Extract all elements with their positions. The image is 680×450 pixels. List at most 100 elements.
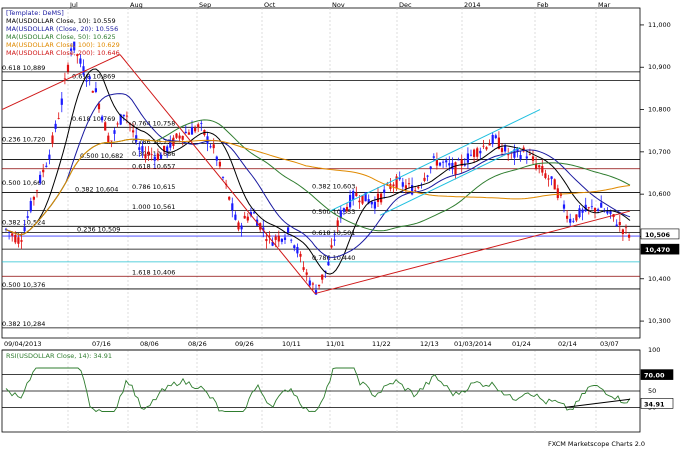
month-label: Mar <box>598 1 611 9</box>
candle-body <box>476 148 479 157</box>
candle-body <box>237 222 240 230</box>
candle-body <box>132 130 135 133</box>
candle-body <box>125 115 128 117</box>
candle-body <box>414 190 417 191</box>
candle-body <box>361 195 364 204</box>
candle-body <box>42 169 45 173</box>
date-label: 11/01 <box>326 340 345 348</box>
candle-body <box>147 151 150 156</box>
candle-body <box>541 165 544 173</box>
candle-body <box>330 245 333 248</box>
price-tag-label: 10,506 <box>645 231 671 239</box>
fib-label: 1.000 10,561 <box>132 203 175 211</box>
candle-body <box>153 156 156 161</box>
candle-body <box>370 201 373 205</box>
candle-body <box>311 283 314 285</box>
candle-body <box>35 190 39 192</box>
candle-body <box>274 236 277 240</box>
candle-body <box>550 176 553 179</box>
candle-body <box>587 207 590 209</box>
candle-body <box>14 234 17 243</box>
candle-body <box>228 196 231 200</box>
candle-body <box>308 280 311 286</box>
candle-body <box>94 88 97 92</box>
candle-body <box>358 200 361 203</box>
candle-body <box>401 182 404 187</box>
candle-body <box>194 128 197 132</box>
month-label: Oct <box>264 1 276 9</box>
candle-body <box>383 189 386 193</box>
fib-label: 0.500 10,376 <box>2 281 45 289</box>
candle-body <box>488 143 491 146</box>
date-label: 03/07 <box>600 340 619 348</box>
candle-body <box>104 122 107 131</box>
candle-body <box>23 227 26 232</box>
month-label: Dec <box>399 1 412 9</box>
date-label: 09/26 <box>235 340 254 348</box>
rsi-tag-label: 70.00 <box>644 372 665 380</box>
source-label: FXCM Marketscope Charts 2.0 <box>548 440 645 448</box>
candle-body <box>144 153 147 159</box>
candle-body <box>435 159 438 166</box>
fib-label: 0.764 10,758 <box>132 120 175 128</box>
candle-body <box>494 135 497 139</box>
candle-body <box>538 165 541 168</box>
candle-body <box>624 227 628 229</box>
candle-body <box>352 190 355 200</box>
candle-body <box>20 240 23 242</box>
candle-body <box>150 154 153 156</box>
date-label: 08/26 <box>188 340 207 348</box>
candle-body <box>562 204 566 209</box>
chart-svg: Jul Aug Sep Oct Nov Dec 2014 Feb Mar 11,000 10,900… <box>1 1 680 448</box>
candle-body <box>156 153 159 161</box>
candle-body <box>218 161 221 167</box>
legend-entry: MA(USDOLLAR Close, 50): 10.625 <box>6 33 116 41</box>
candle-body <box>296 246 299 254</box>
candle-body <box>54 123 57 129</box>
candle-body <box>606 211 609 214</box>
candle-body <box>107 135 110 143</box>
price-tick-label: 10,900 <box>648 63 671 71</box>
candle-body <box>178 135 181 139</box>
date-label: 01/24 <box>512 340 531 348</box>
price-tick-label: 10,300 <box>648 317 671 325</box>
candle-body <box>200 122 203 124</box>
candle-body <box>243 215 246 219</box>
rsi-tag-label: 34.91 <box>644 400 665 408</box>
candle-body <box>45 165 48 167</box>
fib-label: 0.618 10,657 <box>132 162 175 170</box>
date-label: 09/04/2013 <box>4 340 41 348</box>
candle-body <box>290 239 293 241</box>
price-tick-label: 11,000 <box>648 21 671 29</box>
candle-body <box>305 272 308 275</box>
fib-label: 0.618 10,769 <box>72 115 115 123</box>
candle-body <box>318 284 321 287</box>
date-label: 08/06 <box>140 340 159 348</box>
candle-body <box>553 179 556 190</box>
candle-body <box>32 196 35 200</box>
date-label: 02/14 <box>558 340 577 348</box>
candle-body <box>355 193 358 197</box>
candle-body <box>265 238 268 242</box>
candle-body <box>432 156 435 158</box>
candle-body <box>429 166 432 169</box>
legend-entry: MA(USDOLLAR Close, 10): 10.559 <box>6 17 116 25</box>
candle-body <box>101 116 104 121</box>
fib-label: 0.618 10,501 <box>312 229 355 237</box>
candle-body <box>299 253 302 257</box>
candle-body <box>293 245 296 249</box>
candle-body <box>51 135 54 144</box>
month-label: Nov <box>332 1 345 9</box>
candle-body <box>116 123 119 125</box>
month-label: Feb <box>537 1 549 9</box>
candle-body <box>302 267 305 270</box>
candle-body <box>231 203 234 211</box>
candle-body <box>479 150 482 154</box>
candle-body <box>190 126 194 135</box>
candle-body <box>451 162 454 169</box>
candle-body <box>212 144 215 149</box>
candle-body <box>491 134 494 145</box>
candle-body <box>252 212 256 214</box>
candle-body <box>79 58 82 64</box>
candle-body <box>66 64 70 72</box>
